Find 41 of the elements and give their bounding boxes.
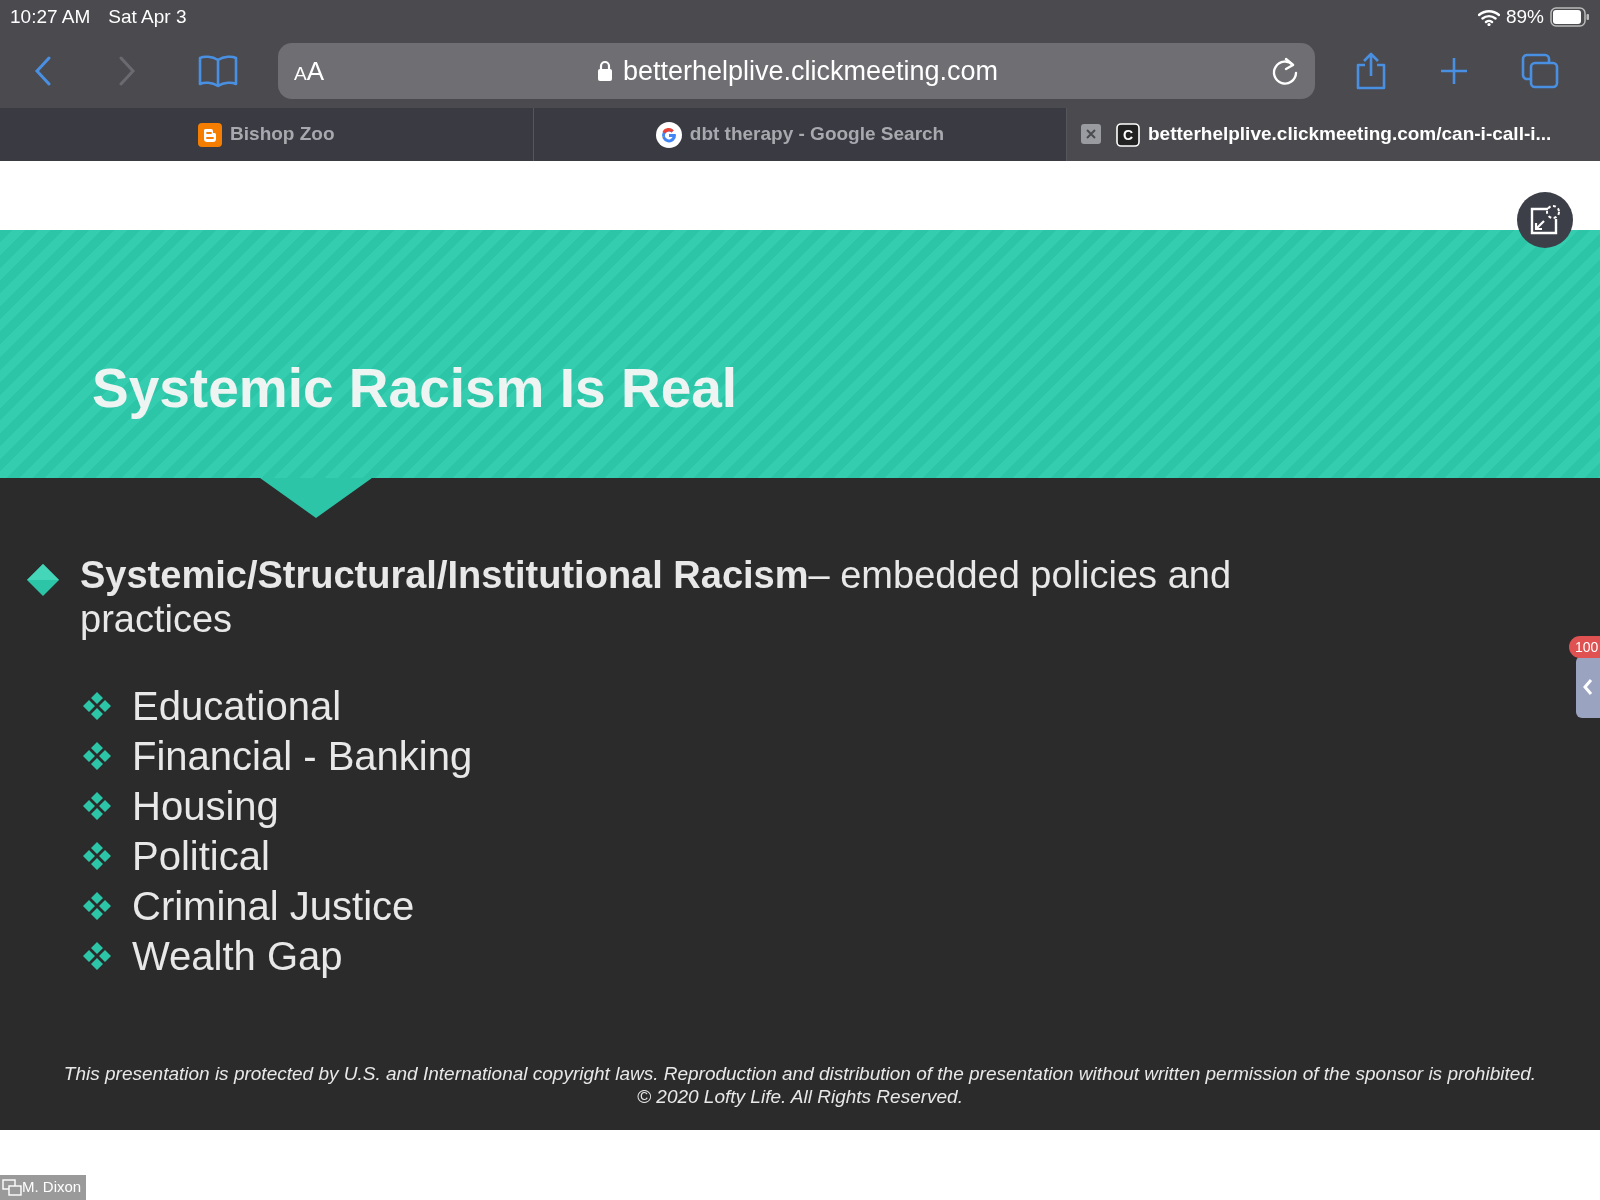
battery-percent: 89% xyxy=(1505,4,1544,29)
exit-fullscreen-icon xyxy=(1528,203,1562,237)
text-size-button[interactable]: AA xyxy=(294,51,325,91)
sub-bullet-text: Criminal Justice xyxy=(132,883,415,930)
status-time: 10:27 AM xyxy=(10,4,91,29)
sub-bullet-text: Wealth Gap xyxy=(132,933,343,980)
main-bullet-text: Systemic/Structural/Institutional Racism– embedded policies and practices xyxy=(80,553,1233,641)
copyright-notice: This presentation is protected by U.S. and International copyright laws. Reproduction and distribution of the presentation without written permission of the sponsor is prohibited. xyxy=(63,1062,1537,1085)
url-text: betterhelplive.clickmeeting.com xyxy=(622,54,999,88)
blog-icon xyxy=(198,122,223,147)
site-favicon-icon: C xyxy=(1116,122,1140,147)
status-date: Sat Apr 3 xyxy=(108,4,187,29)
reload-button[interactable] xyxy=(1271,56,1299,86)
copyright-line: © 2020 Lofty Life. All Rights Reserved. xyxy=(637,1085,963,1108)
presenter-name: M. Dixon xyxy=(22,1177,83,1198)
close-icon[interactable] xyxy=(1081,124,1102,144)
browser-tab[interactable]: C betterhelplive.clickmeeting.com/can-i-call-i... xyxy=(1067,108,1600,161)
sub-bullet-text: Educational xyxy=(132,683,342,730)
notification-badge: 100 xyxy=(1569,636,1600,658)
wifi-icon xyxy=(1477,8,1500,26)
slide-title: Systemic Racism Is Real xyxy=(92,355,738,421)
share-button[interactable] xyxy=(1355,52,1387,90)
side-panel-toggle[interactable] xyxy=(1576,656,1600,718)
sub-bullet-text: Financial - Banking xyxy=(132,733,473,780)
new-tab-button[interactable] xyxy=(1439,56,1469,86)
chevron-left-icon xyxy=(1582,678,1594,696)
bookmarks-button[interactable] xyxy=(198,54,238,88)
diamond-cluster-bullet-icon xyxy=(82,791,112,821)
battery-icon xyxy=(1550,7,1590,27)
diamond-cluster-bullet-icon xyxy=(82,941,112,971)
google-icon xyxy=(655,121,682,148)
diamond-cluster-bullet-icon xyxy=(82,891,112,921)
tabs-overview-button[interactable] xyxy=(1521,53,1559,89)
diamond-cluster-bullet-icon xyxy=(82,841,112,871)
lock-icon xyxy=(596,60,613,82)
diamond-bullet-icon xyxy=(26,563,60,597)
diamond-cluster-bullet-icon xyxy=(82,741,112,771)
address-bar[interactable]: AA betterhelplive.clickmeeting.com xyxy=(278,43,1315,99)
sub-bullet-text: Housing xyxy=(132,783,279,830)
sub-bullet-text: Political xyxy=(132,833,270,880)
diamond-cluster-bullet-icon xyxy=(82,691,112,721)
